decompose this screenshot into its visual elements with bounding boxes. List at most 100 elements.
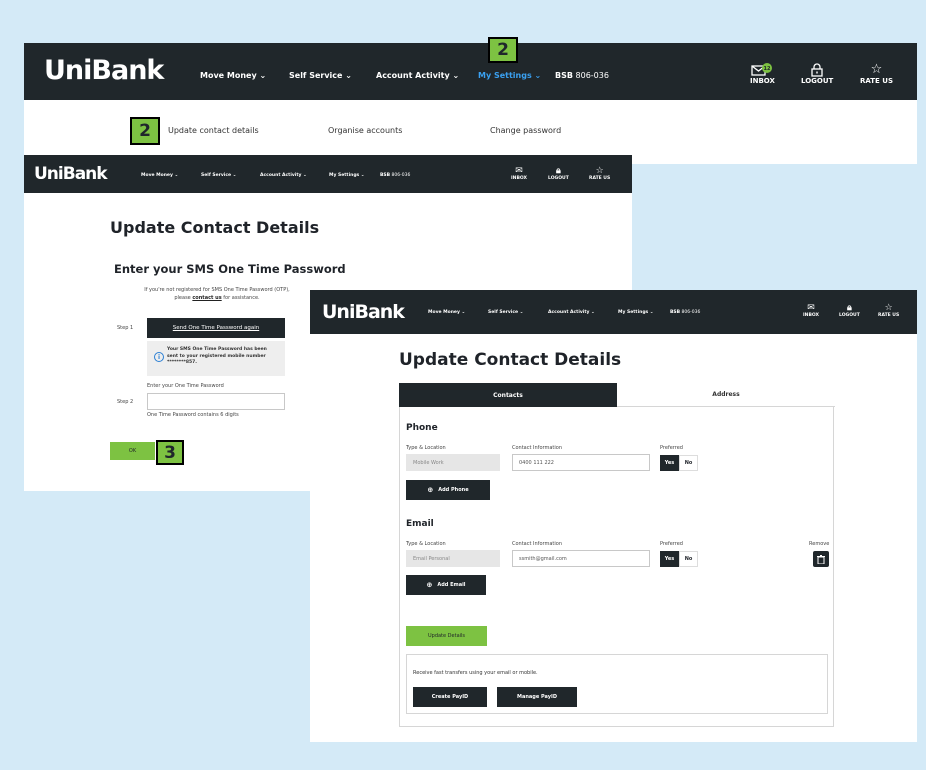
email-heading: Email <box>406 519 434 529</box>
otp-info: If you're not registered for SMS One Tim… <box>122 286 312 302</box>
otp-info-pre: please <box>174 295 191 301</box>
add-email-label: Add Email <box>437 582 466 588</box>
inbox-label: INBOX <box>511 176 528 181</box>
otp-notice: i Your SMS One Time Password has been se… <box>147 341 285 376</box>
inbox-button[interactable]: ✉ INBOX <box>511 166 527 181</box>
enter-otp-label: Enter your One Time Password <box>147 383 224 389</box>
inbox-count: 12 <box>764 66 771 72</box>
rate-us-button[interactable]: ☆ RATE US <box>860 63 893 86</box>
email-col-remove: Remove <box>809 541 830 547</box>
email-type-select[interactable]: Email Personal <box>406 550 500 567</box>
bsb-label: BSB <box>555 71 573 80</box>
step1-label: Step 1 <box>117 325 134 331</box>
phone-type-select[interactable]: Mobile Work <box>406 454 500 471</box>
phone-preferred-toggle[interactable]: Yes No <box>660 455 698 471</box>
inbox-button[interactable]: ✉ INBOX <box>803 303 819 318</box>
submenu-organise-accounts[interactable]: Organise accounts <box>328 126 402 135</box>
nav-my-settings[interactable]: My Settings ⌄ <box>329 173 365 178</box>
nav-account-activity[interactable]: Account Activity ⌄ <box>548 310 595 315</box>
nav-move-money[interactable]: Move Money ⌄ <box>428 310 465 315</box>
page-title: Update Contact Details <box>110 218 320 237</box>
phone-heading: Phone <box>406 423 438 433</box>
lock-icon <box>811 63 823 77</box>
unibank-logo[interactable]: UniBank <box>44 55 164 86</box>
otp-hint: One Time Password contains 6 digits <box>147 412 239 418</box>
lock-icon: 🔒︎ <box>555 166 561 176</box>
nav-self-service[interactable]: Self Service ⌄ <box>289 71 352 80</box>
logout-button[interactable]: LOGOUT <box>801 63 833 85</box>
notice-line1: Your SMS One Time Password has been <box>167 347 267 352</box>
email-value-input[interactable]: ssmith@gmail.com <box>512 550 650 567</box>
add-email-button[interactable]: ⊕ Add Email <box>406 575 486 595</box>
phone-preferred-no[interactable]: No <box>679 455 698 471</box>
update-details-button[interactable]: Update Details <box>406 626 487 646</box>
add-phone-button[interactable]: ⊕ Add Phone <box>406 480 490 500</box>
info-icon: i <box>154 352 164 362</box>
otp-info-post: for assistance. <box>223 295 260 301</box>
create-payid-button[interactable]: Create PayID <box>413 687 487 707</box>
phone-preferred-yes[interactable]: Yes <box>660 455 679 471</box>
phone-col-info: Contact Information <box>512 445 562 451</box>
inbox-label: INBOX <box>803 313 820 318</box>
rate-us-label: RATE US <box>589 176 611 181</box>
nav-self-service[interactable]: Self Service ⌄ <box>488 310 523 315</box>
payid-box: Receive fast transfers using your email … <box>406 654 828 714</box>
email-col-pref: Preferred <box>660 541 683 547</box>
step2-label: Step 2 <box>117 399 134 405</box>
bsb-label: BSB <box>380 173 391 178</box>
manage-payid-button[interactable]: Manage PayID <box>497 687 577 707</box>
otp-info-line1: If you're not registered for SMS One Tim… <box>144 287 290 293</box>
star-icon: ☆ <box>884 303 893 313</box>
contact-navbar: UniBank Move Money ⌄ Self Service ⌄ Acco… <box>310 290 917 334</box>
page-title: Update Contact Details <box>399 350 622 370</box>
nav-account-activity[interactable]: Account Activity ⌄ <box>376 71 459 80</box>
nav-move-money[interactable]: Move Money ⌄ <box>200 71 266 80</box>
email-preferred-toggle[interactable]: Yes No <box>660 551 698 567</box>
ok-button[interactable]: OK <box>110 442 155 460</box>
step-marker-2-submenu: 2 <box>130 117 160 145</box>
tab-address[interactable]: Address <box>617 383 835 407</box>
contact-panel: Update Contact Details Contacts Address … <box>310 334 917 742</box>
nav-account-activity[interactable]: Account Activity ⌄ <box>260 173 307 178</box>
contact-us-link[interactable]: contact us <box>192 295 221 301</box>
logout-label: LOGOUT <box>548 176 569 181</box>
unibank-logo-small[interactable]: UniBank <box>34 164 108 184</box>
logout-button[interactable]: 🔒︎ LOGOUT <box>839 303 860 318</box>
rate-us-button[interactable]: ☆ RATE US <box>878 303 899 318</box>
otp-heading: Enter your SMS One Time Password <box>114 262 346 276</box>
tab-contacts[interactable]: Contacts <box>399 383 617 407</box>
inbox-label: INBOX <box>750 77 775 85</box>
email-preferred-no[interactable]: No <box>679 551 698 567</box>
nav-my-settings[interactable]: My Settings ⌄ <box>618 310 654 315</box>
phone-value-input[interactable]: 0400 111 222 <box>512 454 650 471</box>
bsb-value: 806-036 <box>575 71 609 80</box>
nav-self-service[interactable]: Self Service ⌄ <box>201 173 236 178</box>
payid-text: Receive fast transfers using your email … <box>413 670 538 676</box>
envelope-icon: 12 <box>751 63 773 76</box>
logout-button[interactable]: 🔒︎ LOGOUT <box>548 166 569 181</box>
otp-input[interactable] <box>147 393 285 410</box>
email-preferred-yes[interactable]: Yes <box>660 551 679 567</box>
envelope-icon: ✉ <box>515 166 523 176</box>
contact-form-card: Contacts Address Phone Type & Location C… <box>399 383 835 727</box>
submenu-update-contact[interactable]: Update contact details <box>168 126 259 135</box>
nav-my-settings[interactable]: My Settings ⌄ <box>478 71 541 80</box>
bsb-value: 806-036 <box>681 310 701 315</box>
plus-circle-icon: ⊕ <box>427 486 434 494</box>
send-otp-button[interactable]: Send One Time Password again <box>147 318 285 338</box>
remove-email-button[interactable] <box>813 551 829 567</box>
phone-col-type: Type & Location <box>406 445 446 451</box>
rate-us-label: RATE US <box>878 313 900 318</box>
nav-move-money[interactable]: Move Money ⌄ <box>141 173 178 178</box>
logout-label: LOGOUT <box>839 313 860 318</box>
lock-icon: 🔒︎ <box>846 303 852 313</box>
trash-icon <box>817 554 825 564</box>
rate-us-button[interactable]: ☆ RATE US <box>589 166 610 181</box>
bsb-label: BSB <box>670 310 681 315</box>
inbox-button[interactable]: 12 INBOX <box>750 63 775 85</box>
bsb-info: BSB 806-036 <box>670 310 700 315</box>
submenu-change-password[interactable]: Change password <box>490 126 561 135</box>
email-col-info: Contact Information <box>512 541 562 547</box>
unibank-logo-small[interactable]: UniBank <box>322 301 405 323</box>
otp-navbar: UniBank Move Money ⌄ Self Service ⌄ Acco… <box>24 155 632 193</box>
